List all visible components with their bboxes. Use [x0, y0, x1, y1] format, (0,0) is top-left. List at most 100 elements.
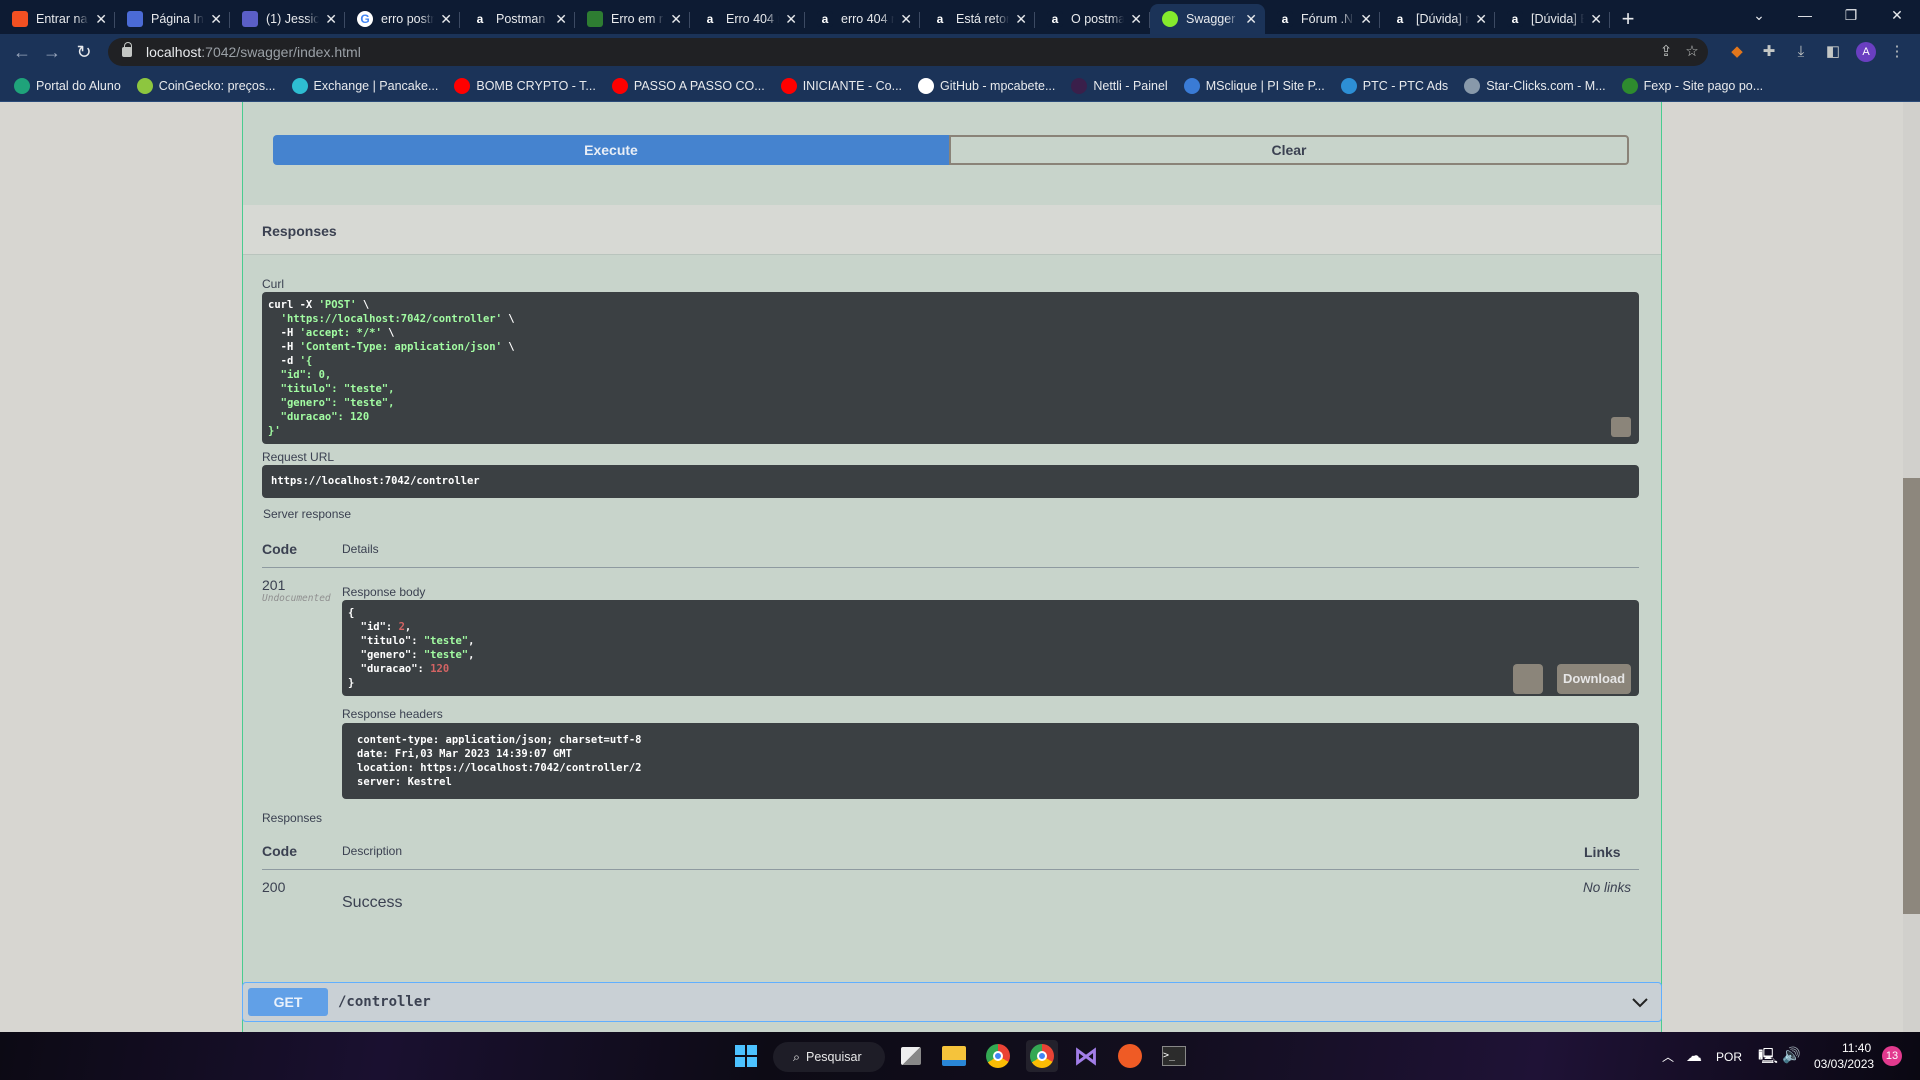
tab-search-icon[interactable]: ⌄: [1736, 0, 1782, 30]
bookmark-item[interactable]: BOMB CRYPTO - T...: [454, 77, 596, 94]
tab-close-icon[interactable]: ✕: [1130, 11, 1142, 28]
bookmark-favicon-icon: [780, 77, 797, 94]
notification-badge[interactable]: 13: [1882, 1046, 1902, 1066]
restore-button[interactable]: ❐: [1828, 0, 1874, 30]
bookmark-item[interactable]: PASSO A PASSO CO...: [611, 77, 765, 94]
chrome-button[interactable]: [982, 1040, 1014, 1072]
bookmark-favicon-icon: [14, 77, 30, 94]
tab-title: Fórum .NET: [1301, 12, 1354, 26]
profile-avatar[interactable]: A: [1856, 42, 1876, 62]
execute-button[interactable]: Execute: [273, 135, 949, 165]
browser-tab[interactable]: Página Inicial ✕: [115, 4, 230, 34]
postman-button[interactable]: [1114, 1040, 1146, 1072]
tab-close-icon[interactable]: ✕: [1590, 11, 1602, 28]
browser-tab[interactable]: Entrar na conta ✕: [0, 4, 115, 34]
chevron-down-icon[interactable]: [1631, 993, 1649, 1011]
google-icon: G: [357, 11, 373, 27]
forward-button[interactable]: →: [40, 40, 64, 64]
server-response-label: Server response: [263, 507, 352, 521]
browser-tab[interactable]: a Fórum .NET ✕: [1265, 4, 1380, 34]
tab-close-icon[interactable]: ✕: [785, 11, 797, 28]
onedrive-icon[interactable]: ☁: [1686, 1046, 1702, 1066]
tab-close-icon[interactable]: ✕: [325, 11, 337, 28]
bookmark-favicon-icon: [454, 77, 471, 94]
tab-title: O postman: [1071, 12, 1125, 26]
network-icon[interactable]: 🖳: [1758, 1046, 1778, 1071]
copilot-icon: [127, 11, 143, 27]
copy-curl-button[interactable]: [1611, 417, 1631, 437]
download-icon[interactable]: ⤓: [1792, 43, 1810, 61]
bookmark-item[interactable]: GitHub - mpcabete...: [918, 77, 1055, 94]
tab-close-icon[interactable]: ✕: [1475, 11, 1487, 28]
side-panel-icon[interactable]: ◧: [1824, 43, 1842, 61]
close-window-button[interactable]: ✕: [1874, 0, 1920, 30]
reload-button[interactable]: ↻: [72, 40, 96, 64]
extensions-puzzle-icon[interactable]: ✚: [1760, 43, 1778, 61]
bookmark-item[interactable]: Portal do Aluno: [14, 77, 121, 94]
tab-close-icon[interactable]: ✕: [210, 11, 222, 28]
tab-close-icon[interactable]: ✕: [1360, 11, 1372, 28]
back-button[interactable]: ←: [10, 40, 34, 64]
bookmark-item[interactable]: INICIANTE - Co...: [780, 77, 902, 94]
menu-kebab-icon[interactable]: ⋮: [1888, 43, 1906, 61]
terminal-button[interactable]: >_: [1158, 1040, 1190, 1072]
bookmark-item[interactable]: MSclique | PI Site P...: [1183, 77, 1325, 94]
metamask-icon[interactable]: ◆: [1728, 43, 1746, 61]
get-controller-operation[interactable]: GET /controller: [242, 982, 1662, 1022]
browser-tab[interactable]: a Está retorn ✕: [920, 4, 1035, 34]
minimize-button[interactable]: —: [1782, 0, 1828, 30]
bookmark-item[interactable]: CoinGecko: preços...: [136, 77, 276, 94]
tab-close-icon[interactable]: ✕: [440, 11, 452, 28]
bookmark-item[interactable]: Fexp - Site pago po...: [1621, 77, 1763, 94]
bookmark-item[interactable]: Exchange | Pancake...: [291, 77, 438, 94]
share-icon[interactable]: ⇪: [1654, 38, 1678, 66]
clear-button[interactable]: Clear: [949, 135, 1629, 165]
tab-close-icon[interactable]: ✕: [1245, 11, 1257, 28]
bookmark-item[interactable]: Star-Clicks.com - M...: [1464, 77, 1606, 94]
browser-tab[interactable]: a [Dúvida] E ✕: [1495, 4, 1610, 34]
tab-close-icon[interactable]: ✕: [95, 11, 107, 28]
browser-tab[interactable]: a Erro 404 n ✕: [690, 4, 805, 34]
clock-date[interactable]: 03/03/2023: [1814, 1057, 1874, 1071]
scrollbar-thumb[interactable]: [1903, 478, 1920, 914]
start-button[interactable]: [730, 1040, 762, 1072]
json-value: "teste": [423, 649, 469, 661]
bookmark-item[interactable]: PTC - PTC Ads: [1340, 77, 1448, 94]
tab-title: Erro 404 n: [726, 12, 780, 26]
server-col-details: Details: [342, 542, 379, 556]
file-explorer-button[interactable]: [938, 1040, 970, 1072]
download-button[interactable]: Download: [1557, 664, 1632, 694]
clock-time[interactable]: 11:40: [1842, 1041, 1871, 1055]
bookmark-star-icon[interactable]: ☆: [1680, 38, 1704, 66]
bookmark-item[interactable]: Nettli - Painel: [1071, 77, 1168, 94]
browser-tab[interactable]: a O postman ✕: [1035, 4, 1150, 34]
browser-tab[interactable]: Swagger UI ✕: [1150, 4, 1265, 34]
browser-tab[interactable]: a [Dúvida] n ✕: [1380, 4, 1495, 34]
task-view-button[interactable]: [895, 1040, 927, 1072]
taskbar-search[interactable]: ⌕ Pesquisar: [773, 1042, 885, 1072]
bookmark-label: Star-Clicks.com - M...: [1486, 78, 1606, 93]
language-indicator[interactable]: POR: [1716, 1050, 1742, 1064]
browser-tab[interactable]: Erro em re ✕: [575, 4, 690, 34]
bookmark-label: PASSO A PASSO CO...: [633, 78, 765, 93]
volume-icon[interactable]: 🔊: [1782, 1046, 1801, 1064]
tab-close-icon[interactable]: ✕: [555, 11, 567, 28]
chrome-profile-button[interactable]: [1026, 1040, 1058, 1072]
browser-tab[interactable]: Gerro postman ✕: [345, 4, 460, 34]
visual-studio-button[interactable]: ⋈: [1070, 1040, 1102, 1072]
search-icon: ⌕: [793, 1049, 801, 1064]
new-tab-button[interactable]: +: [1610, 4, 1646, 34]
tab-title: Página Inicial: [151, 12, 204, 26]
tray-overflow-icon[interactable]: ︿: [1662, 1048, 1674, 1065]
browser-tab[interactable]: a erro 404 n ✕: [805, 4, 920, 34]
tab-close-icon[interactable]: ✕: [900, 11, 912, 28]
curl-string: 'POST': [318, 299, 357, 311]
responses-section-header: Responses: [243, 205, 1661, 255]
curl-string: "id": 0,: [268, 369, 332, 381]
browser-tab[interactable]: (1) Jessica ✕: [230, 4, 345, 34]
tab-close-icon[interactable]: ✕: [1015, 11, 1027, 28]
browser-tab[interactable]: a Postman - ✕: [460, 4, 575, 34]
copy-response-button[interactable]: [1513, 664, 1543, 694]
address-bar[interactable]: localhost:7042/swagger/index.html ⇪ ☆: [108, 38, 1708, 66]
tab-close-icon[interactable]: ✕: [670, 11, 682, 28]
